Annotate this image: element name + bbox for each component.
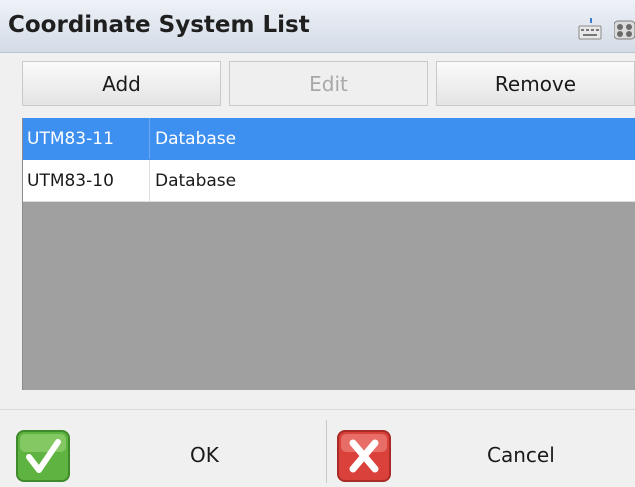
row-source: Database [155, 129, 237, 149]
settings-icon[interactable] [613, 17, 635, 46]
title-bar: Coordinate System List [0, 0, 635, 53]
column-divider [149, 118, 150, 159]
coordinate-system-list[interactable]: UTM83-11 Database UTM83-10 Database [22, 118, 635, 390]
ok-label: OK [190, 443, 219, 467]
list-row[interactable]: UTM83-11 Database [23, 118, 635, 160]
ok-button[interactable]: OK [0, 410, 326, 483]
check-icon [16, 430, 70, 487]
row-source: Database [155, 171, 237, 191]
cancel-label: Cancel [487, 443, 555, 467]
column-divider [149, 160, 150, 201]
row-name: UTM83-11 [27, 129, 114, 149]
close-icon [337, 430, 391, 487]
window-title: Coordinate System List [8, 12, 310, 38]
list-row[interactable]: UTM83-10 Database [23, 160, 635, 202]
edit-button[interactable]: Edit [229, 61, 428, 106]
keyboard-icon[interactable] [578, 17, 602, 46]
cancel-button[interactable]: Cancel [327, 410, 635, 483]
add-button[interactable]: Add [22, 61, 221, 106]
remove-button[interactable]: Remove [436, 61, 635, 106]
row-name: UTM83-10 [27, 171, 114, 191]
